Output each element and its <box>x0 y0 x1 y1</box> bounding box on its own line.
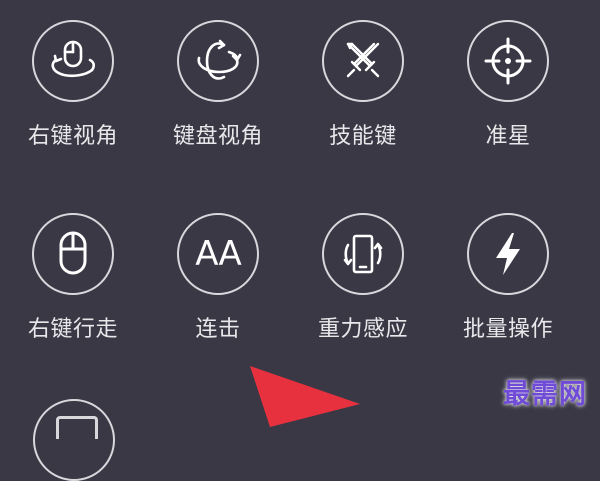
tile-label: 技能键 <box>329 124 397 149</box>
tile-keyboard-view[interactable]: 键盘视角 <box>153 0 283 160</box>
crossed-swords-icon <box>322 20 404 102</box>
tile-crosshair[interactable]: 准星 <box>443 0 573 160</box>
aa-icon-text: AA <box>195 234 241 274</box>
partial-tile-circle[interactable] <box>33 399 115 481</box>
mouse-rotate-icon <box>32 20 114 102</box>
aa-text-icon: AA <box>177 213 259 295</box>
tile-label: 连击 <box>195 317 241 342</box>
tile-combo[interactable]: AA 连击 <box>153 193 283 353</box>
crosshair-icon <box>467 20 549 102</box>
rotate-3d-icon <box>177 20 259 102</box>
tile-label: 右键行走 <box>27 317 118 342</box>
tile-skill-key[interactable]: 技能键 <box>298 0 428 160</box>
watermark-text: 最需网 <box>503 379 587 410</box>
tile-gravity-sensor[interactable]: 重力感应 <box>298 193 428 353</box>
tile-batch-operation[interactable]: 批量操作 <box>443 193 573 353</box>
phone-rotate-icon <box>322 213 404 295</box>
tile-label: 准星 <box>485 124 531 149</box>
tile-label: 重力感应 <box>317 317 408 342</box>
mouse-icon <box>32 213 114 295</box>
lightning-icon <box>467 213 549 295</box>
tile-label: 批量操作 <box>462 317 553 342</box>
tile-label: 右键视角 <box>27 124 118 149</box>
tile-right-click-view[interactable]: 右键视角 <box>8 0 138 160</box>
partial-tile-icon <box>56 416 98 439</box>
tile-label: 键盘视角 <box>172 124 263 149</box>
red-arrow-pointer <box>250 366 360 427</box>
tile-right-click-walk[interactable]: 右键行走 <box>8 193 138 353</box>
